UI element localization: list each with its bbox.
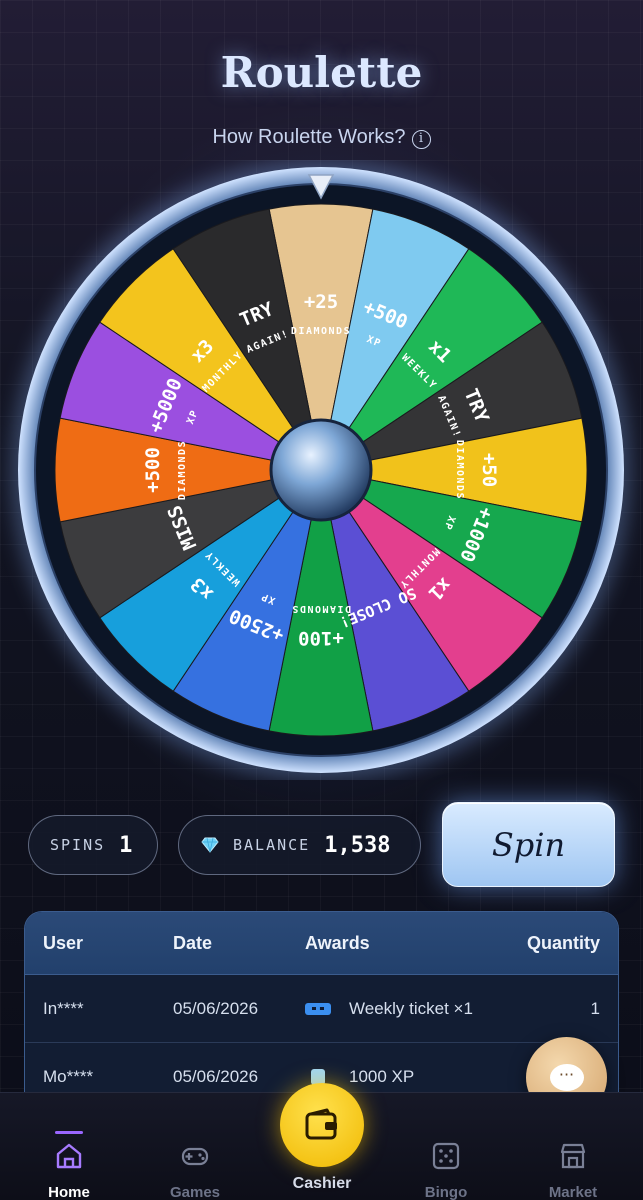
info-icon[interactable]: i (411, 130, 431, 149)
row-date: 05/06/2026 (173, 1066, 259, 1086)
wheel-slice-sub: DIAMONDS (291, 326, 351, 337)
roulette-wheel: +25DIAMONDS +500XP x1WEEKLYTRYAGAIN!+50DIA… (11, 160, 631, 780)
wheel-slice-main: +50 (478, 453, 500, 487)
nav-bingo-label: Bingo (424, 1184, 468, 1200)
nav-active-indicator (55, 1131, 83, 1134)
balance-value: 1,538 (324, 832, 391, 858)
table-row: In**** 05/06/2026 Weekly ticket ×1 1 (25, 975, 618, 1043)
row-user: In**** (43, 998, 84, 1018)
wheel-slice-sub: DIAMONDS (177, 440, 188, 500)
row-award: Weekly ticket ×1 (305, 999, 473, 1019)
chat-icon: ··· (549, 1064, 584, 1091)
spins-value: 1 (119, 832, 133, 858)
spins-counter: SPINS 1 (28, 815, 158, 875)
wallet-icon (305, 1108, 337, 1140)
nav-home-label: Home (48, 1184, 90, 1200)
wheel-slice-sub: DIAMONDS (454, 440, 465, 500)
wheel-hub (269, 418, 373, 522)
spins-label: SPINS (50, 836, 106, 854)
ticket-icon (305, 1002, 331, 1015)
row-award-label: 1000 XP (349, 1066, 415, 1086)
header-date: Date (173, 932, 213, 953)
wheel-slice-sub: DIAMONDS (291, 603, 351, 614)
row-user: Mo**** (43, 1066, 94, 1086)
diamond-icon (201, 837, 219, 853)
header-awards: Awards (305, 932, 370, 953)
dice-icon (432, 1142, 460, 1170)
cashier-button[interactable] (280, 1083, 364, 1167)
how-it-works-link[interactable]: How Roulette Works? i (0, 126, 643, 149)
how-it-works-label: How Roulette Works? (212, 126, 406, 148)
header-user: User (43, 932, 84, 953)
gamepad-icon (181, 1147, 209, 1166)
page-title: Roulette (220, 48, 423, 97)
wheel-slice-main: +500 (142, 447, 164, 493)
nav-games-label: Games (169, 1184, 221, 1200)
balance-counter: BALANCE 1,538 (178, 815, 421, 875)
home-icon (56, 1143, 82, 1169)
row-award-label: Weekly ticket ×1 (349, 998, 473, 1018)
nav-cashier-label: Cashier (292, 1175, 352, 1192)
spin-button[interactable]: Spin (442, 802, 615, 887)
store-icon (560, 1143, 586, 1169)
nav-market-label: Market (548, 1184, 598, 1200)
wheel-slice-main: +100 (298, 627, 344, 649)
row-quantity: 1 (590, 998, 600, 1018)
table-header: User Date Awards Quantity (25, 912, 618, 975)
header-quantity: Quantity (526, 932, 600, 953)
row-date: 05/06/2026 (173, 998, 259, 1018)
balance-label: BALANCE (233, 836, 311, 854)
wheel-slice-main: +25 (304, 291, 338, 313)
